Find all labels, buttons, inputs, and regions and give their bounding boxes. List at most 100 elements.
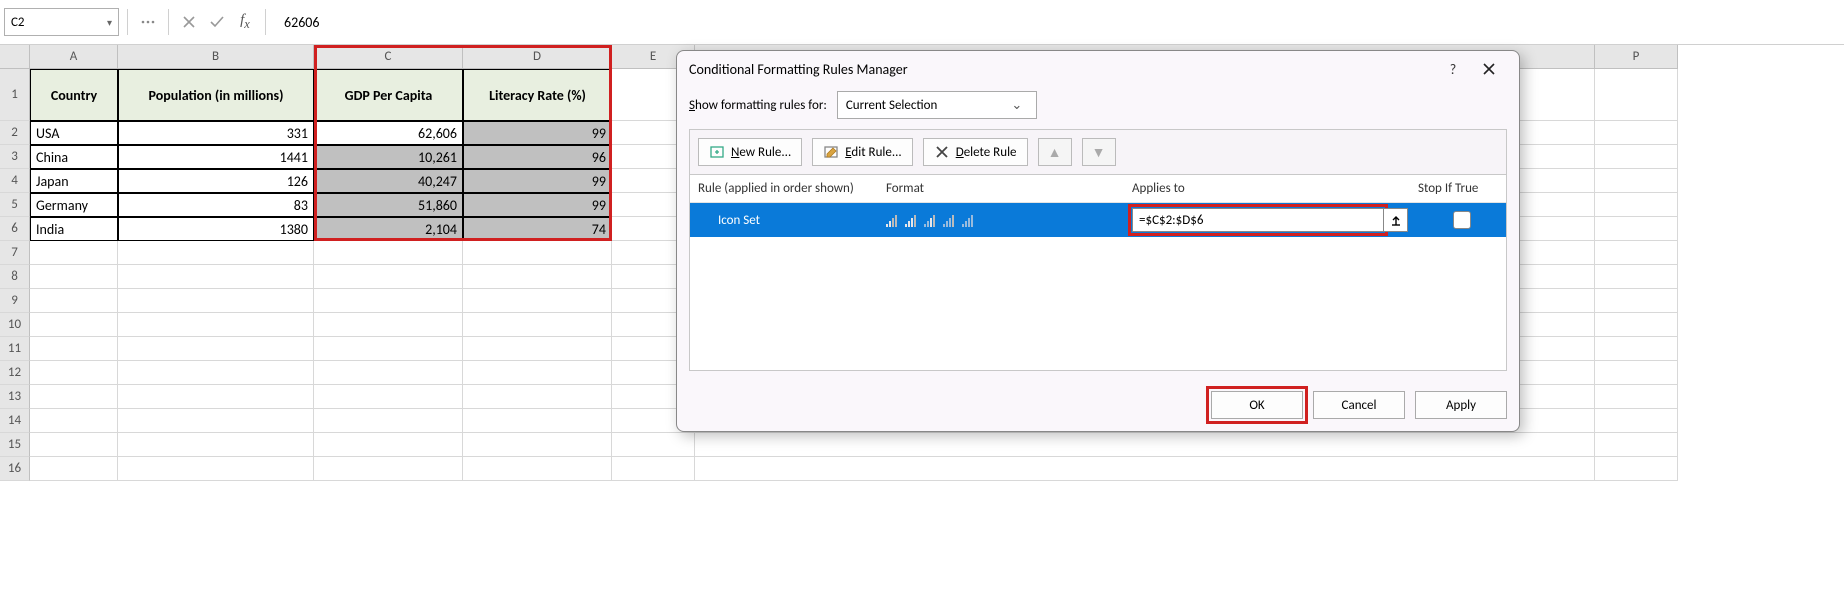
cell[interactable]: 74	[463, 217, 612, 241]
cell[interactable]	[1595, 217, 1678, 241]
cell[interactable]	[1595, 265, 1678, 289]
ok-button[interactable]: OK	[1211, 391, 1303, 419]
cell[interactable]: 126	[118, 169, 314, 193]
col-header[interactable]: B	[118, 45, 314, 69]
cell[interactable]	[314, 265, 463, 289]
row-header[interactable]: 9	[0, 289, 30, 313]
cell[interactable]: 40,247	[314, 169, 463, 193]
cell[interactable]	[1595, 145, 1678, 169]
row-header[interactable]: 8	[0, 265, 30, 289]
row-header[interactable]: 5	[0, 193, 30, 217]
cell[interactable]	[1595, 241, 1678, 265]
cell[interactable]	[30, 265, 118, 289]
cell[interactable]: 99	[463, 121, 612, 145]
select-all-corner[interactable]	[0, 45, 30, 69]
row-header[interactable]: 14	[0, 409, 30, 433]
cell[interactable]	[30, 361, 118, 385]
cell[interactable]	[118, 289, 314, 313]
cell[interactable]: GDP Per Capita	[314, 69, 463, 121]
cell[interactable]	[1595, 409, 1678, 433]
cell[interactable]: 99	[463, 193, 612, 217]
cell[interactable]	[1595, 361, 1678, 385]
close-icon[interactable]	[1471, 55, 1507, 83]
cell[interactable]	[30, 433, 118, 457]
cell[interactable]: 1380	[118, 217, 314, 241]
cell[interactable]	[1595, 169, 1678, 193]
cell[interactable]	[463, 433, 612, 457]
stop-if-true-checkbox[interactable]	[1453, 211, 1471, 229]
new-rule-button[interactable]: New Rule...	[698, 138, 802, 166]
dialog-titlebar[interactable]: Conditional Formatting Rules Manager ?	[677, 51, 1519, 87]
row-header[interactable]: 7	[0, 241, 30, 265]
cell[interactable]	[30, 289, 118, 313]
delete-rule-button[interactable]: Delete Rule	[923, 138, 1028, 166]
col-header[interactable]: D	[463, 45, 612, 69]
cell[interactable]	[463, 313, 612, 337]
cell[interactable]	[118, 265, 314, 289]
cancel-button[interactable]: Cancel	[1313, 391, 1405, 419]
cell[interactable]	[314, 409, 463, 433]
cell[interactable]: 62,606	[314, 121, 463, 145]
name-box[interactable]: C2 ▾	[4, 8, 119, 36]
cell[interactable]	[695, 433, 1595, 457]
cell[interactable]	[314, 361, 463, 385]
cell[interactable]: 331	[118, 121, 314, 145]
cell[interactable]	[118, 409, 314, 433]
cell[interactable]	[30, 241, 118, 265]
row-header[interactable]: 15	[0, 433, 30, 457]
cell[interactable]: 99	[463, 169, 612, 193]
row-header[interactable]: 10	[0, 313, 30, 337]
cell[interactable]	[118, 457, 314, 481]
row-header[interactable]: 6	[0, 217, 30, 241]
row-header[interactable]: 12	[0, 361, 30, 385]
rule-item[interactable]: Icon Set =$C$2:$D$6	[690, 203, 1506, 237]
dots-icon[interactable]	[136, 10, 160, 34]
cell[interactable]	[463, 241, 612, 265]
cell[interactable]	[463, 409, 612, 433]
cell[interactable]	[30, 457, 118, 481]
cell[interactable]	[463, 385, 612, 409]
cell[interactable]: 2,104	[314, 217, 463, 241]
cell[interactable]	[118, 433, 314, 457]
cell[interactable]	[118, 337, 314, 361]
cell[interactable]	[30, 313, 118, 337]
cell[interactable]: Country	[30, 69, 118, 121]
cell[interactable]	[314, 337, 463, 361]
cell[interactable]: 10,261	[314, 145, 463, 169]
cell[interactable]: USA	[30, 121, 118, 145]
cell[interactable]: India	[30, 217, 118, 241]
fx-icon[interactable]: fx	[233, 10, 257, 34]
cell[interactable]	[30, 337, 118, 361]
cell[interactable]: 96	[463, 145, 612, 169]
cell[interactable]	[1595, 313, 1678, 337]
cell[interactable]	[612, 433, 695, 457]
cell[interactable]	[314, 313, 463, 337]
edit-rule-button[interactable]: Edit Rule...	[812, 138, 912, 166]
cell[interactable]	[118, 313, 314, 337]
cell[interactable]	[612, 457, 695, 481]
cell[interactable]	[314, 433, 463, 457]
row-header[interactable]: 4	[0, 169, 30, 193]
row-header[interactable]: 13	[0, 385, 30, 409]
cell[interactable]	[1595, 433, 1678, 457]
cell[interactable]: Germany	[30, 193, 118, 217]
cell[interactable]	[118, 241, 314, 265]
cell[interactable]: 83	[118, 193, 314, 217]
cell[interactable]: Japan	[30, 169, 118, 193]
cell[interactable]	[1595, 385, 1678, 409]
row-header[interactable]: 11	[0, 337, 30, 361]
cell[interactable]: Literacy Rate (%)	[463, 69, 612, 121]
cell[interactable]	[314, 241, 463, 265]
cancel-icon[interactable]	[177, 10, 201, 34]
range-picker-icon[interactable]	[1384, 208, 1408, 232]
move-down-button[interactable]: ▼	[1082, 138, 1116, 166]
cell[interactable]	[1595, 337, 1678, 361]
cell[interactable]	[1595, 457, 1678, 481]
cell[interactable]	[463, 289, 612, 313]
cell[interactable]: China	[30, 145, 118, 169]
cell[interactable]	[1595, 193, 1678, 217]
cell[interactable]	[1595, 69, 1678, 121]
cell[interactable]	[463, 337, 612, 361]
cell[interactable]	[118, 361, 314, 385]
cell[interactable]: Population (in millions)	[118, 69, 314, 121]
